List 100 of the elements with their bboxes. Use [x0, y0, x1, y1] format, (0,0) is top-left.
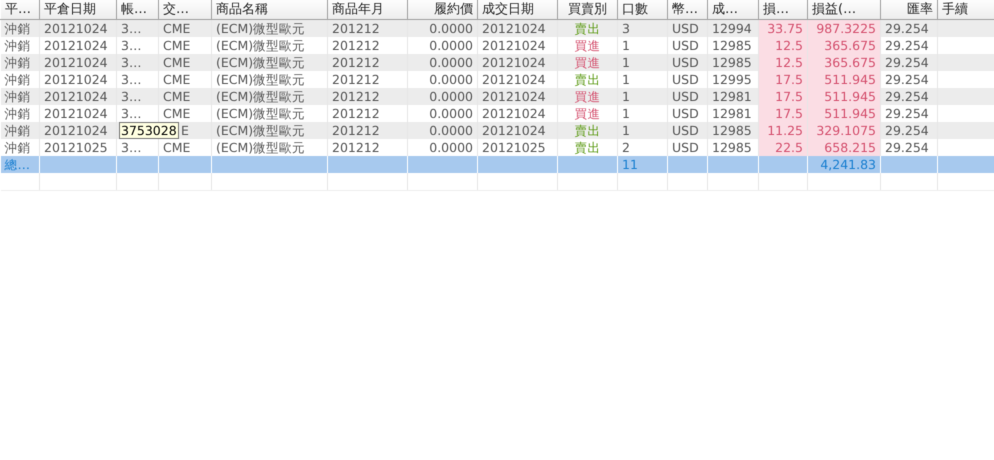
table-cell: CME [163, 140, 190, 155]
table-cell: 賣出 [574, 123, 600, 138]
table-cell: 沖銷 [4, 38, 30, 53]
table-cell: CME [163, 72, 190, 87]
table-cell: 1 [622, 89, 630, 104]
table-cell: 201212 [332, 123, 380, 138]
table-cell: USD [672, 72, 699, 87]
table-cell: 0.0000 [429, 72, 473, 87]
table-cell: USD [672, 55, 699, 70]
table-cell: 29.254 [885, 21, 929, 36]
column-header[interactable]: 匯率 [880, 0, 938, 20]
table-cell: CME [163, 55, 190, 70]
table-cell: 買進 [574, 89, 600, 104]
column-header[interactable]: 損… [758, 0, 808, 20]
column-header[interactable]: 手續 [938, 0, 994, 20]
table-cell: 3 [622, 21, 630, 36]
table-cell: 1 [622, 72, 630, 87]
table-cell: (ECM)微型歐元 [216, 38, 306, 53]
table-cell: 沖銷 [4, 140, 30, 155]
table-cell: 1 [622, 55, 630, 70]
table-cell: (ECM)微型歐元 [216, 106, 306, 121]
table-cell: 20121025 [44, 140, 108, 155]
table-cell: 3… [121, 89, 142, 104]
column-header[interactable]: 損益(… [808, 0, 880, 20]
table-cell: 29.254 [885, 106, 929, 121]
table-cell: 17.5 [775, 106, 803, 121]
table-cell: 3… [121, 106, 142, 121]
table-cell: 20121024 [482, 123, 546, 138]
table-cell: USD [672, 140, 699, 155]
table-cell: 365.675 [824, 38, 876, 53]
table-cell: USD [672, 123, 699, 138]
table-cell: 12.5 [775, 38, 803, 53]
table-cell: 沖銷 [4, 89, 30, 104]
table-cell: 20121024 [44, 55, 108, 70]
table-cell: 29.254 [885, 89, 929, 104]
table-cell: 2 [622, 140, 630, 155]
table-cell: USD [672, 89, 699, 104]
table-cell: 0.0000 [429, 106, 473, 121]
table-cell: 511.945 [824, 106, 876, 121]
table-cell: 1 [622, 38, 630, 53]
table-cell: 29.254 [885, 123, 929, 138]
table-cell: 29.254 [885, 140, 929, 155]
table-cell: 賣出 [574, 21, 600, 36]
table-cell: 買進 [574, 38, 600, 53]
total-cell: 4,241.83 [820, 157, 876, 172]
table-cell: 3… [121, 55, 142, 70]
table-cell: (ECM)微型歐元 [216, 55, 306, 70]
table-cell: 沖銷 [4, 21, 30, 36]
table-cell: 20121024 [482, 38, 546, 53]
table-cell: 1 [622, 123, 630, 138]
table-cell: 17.5 [775, 72, 803, 87]
column-header[interactable]: 口數 [618, 0, 668, 20]
column-header[interactable]: 買賣別 [558, 0, 618, 20]
column-header[interactable]: 商品年月 [328, 0, 408, 20]
table-cell: 0.0000 [429, 123, 473, 138]
table-cell: 0.0000 [429, 38, 473, 53]
table-cell: 0.0000 [429, 21, 473, 36]
total-cell: 總… [4, 157, 30, 172]
column-header[interactable]: 履約價 [408, 0, 478, 20]
table-cell: 20121024 [44, 106, 108, 121]
table-cell: 12985 [712, 140, 752, 155]
table-cell: 3… [121, 21, 142, 36]
table-cell: 3… [121, 72, 142, 87]
table-cell: 0.0000 [429, 55, 473, 70]
table-cell: 201212 [332, 55, 380, 70]
table-cell: 29.254 [885, 72, 929, 87]
column-header[interactable]: 交… [158, 0, 212, 20]
table-cell: 29.254 [885, 55, 929, 70]
column-header[interactable]: 平倉日期 [40, 0, 116, 20]
table-cell: 20121024 [44, 21, 108, 36]
table-cell: 511.945 [824, 89, 876, 104]
table-cell: 3… [121, 140, 142, 155]
column-header[interactable]: 帳… [116, 0, 158, 20]
column-header[interactable]: 成交日期 [478, 0, 558, 20]
table-cell: 365.675 [824, 55, 876, 70]
table-cell: 20121024 [482, 21, 546, 36]
table-cell: 12.5 [775, 55, 803, 70]
column-header[interactable]: 商品名稱 [212, 0, 328, 20]
table-cell: 12985 [712, 55, 752, 70]
table-cell: 201212 [332, 38, 380, 53]
table-cell: CME [163, 89, 190, 104]
table-cell: 329.1075 [816, 123, 876, 138]
table-cell: 201212 [332, 89, 380, 104]
table-cell: 沖銷 [4, 123, 30, 138]
table-cell: 20121025 [482, 140, 546, 155]
table-cell: 11.25 [767, 123, 803, 138]
table-cell: 987.3225 [816, 21, 876, 36]
table-cell: 沖銷 [4, 106, 30, 121]
table-cell: 20121024 [44, 123, 108, 138]
table-cell: 511.945 [824, 72, 876, 87]
table-cell: (ECM)微型歐元 [216, 140, 306, 155]
column-header[interactable]: 幣… [668, 0, 708, 20]
table-cell: (ECM)微型歐元 [216, 89, 306, 104]
table-cell: 賣出 [574, 72, 600, 87]
table-cell: USD [672, 21, 699, 36]
table-cell: 3… [121, 38, 142, 53]
table-cell: 12981 [712, 106, 752, 121]
column-header[interactable]: 成… [708, 0, 758, 20]
column-header[interactable]: 平… [0, 0, 40, 20]
table-cell: USD [672, 38, 699, 53]
